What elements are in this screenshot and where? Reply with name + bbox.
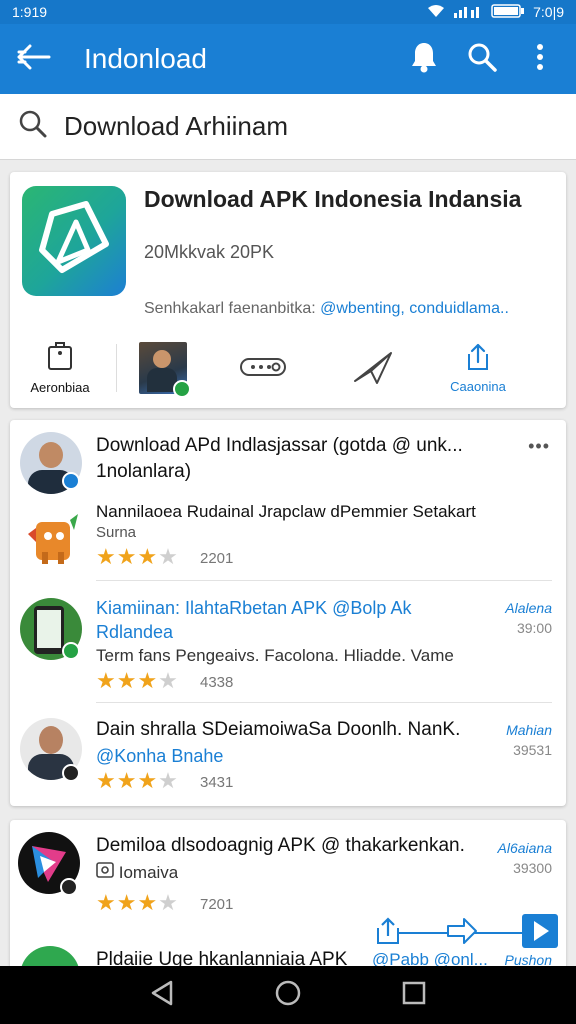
arrow-left-icon — [17, 44, 51, 75]
item-time: 39:00 — [516, 620, 552, 636]
status-badge-icon — [62, 764, 80, 782]
featured-app-title: Download APK Indonesia Indansia — [144, 186, 522, 212]
rating-count: 2201 — [200, 550, 234, 567]
clipboard-icon — [45, 341, 75, 374]
rating-count: 7201 — [200, 896, 234, 913]
separator — [96, 580, 552, 581]
wifi-icon — [427, 4, 445, 21]
post-title-line2: 1nolanlara) — [96, 461, 192, 482]
item-title: Nannilaoea Rudainal Jrapclaw dPemmier Se… — [96, 502, 476, 521]
item-time: 39300 — [513, 860, 552, 876]
status-badge-icon — [60, 878, 78, 896]
action-send[interactable] — [323, 349, 423, 388]
action-label: Caaonina — [450, 379, 506, 394]
image-icon — [96, 862, 119, 882]
link-icon — [239, 355, 287, 382]
paper-plane-icon — [351, 349, 395, 388]
item-side-label: Al6aiana — [497, 840, 553, 856]
star-rating: ★★★★ — [96, 890, 179, 915]
search-input[interactable] — [64, 111, 544, 142]
chat-badge-icon — [173, 380, 191, 398]
post-more-icon[interactable]: ••• — [528, 436, 550, 457]
item-side-meta: Alalena 39:00 — [505, 598, 552, 638]
nav-recents-button[interactable] — [401, 980, 427, 1011]
item-subtitle: Term fans Pengeaivs. Facolona. Hliadde. … — [96, 646, 454, 665]
list-item[interactable]: Kiamiinan: IlahtaRbetan APK @Bolp Ak Rdl… — [10, 586, 566, 700]
back-button[interactable] — [14, 39, 54, 79]
system-nav-bar — [0, 966, 576, 1024]
signal-icon — [453, 4, 483, 21]
item-side-label: Alalena — [505, 600, 552, 616]
action-label: Aeronbiaa — [30, 380, 90, 395]
item-title: Kiamiinan: IlahtaRbetan APK @Bolp Ak — [96, 598, 412, 618]
item-time: 39531 — [513, 742, 552, 758]
action-aeronbiaa[interactable]: Aeronbiaa — [10, 341, 110, 395]
status-icons: 7:0|9 — [427, 3, 564, 21]
star-rating: ★★★★ — [96, 544, 179, 569]
item-title: Dain shralla SDeiamoiwaSa Doonlh. NanK. — [96, 719, 461, 740]
item-title: Demiloa dlsodoagnig APK @ thakarkenkan. — [96, 835, 465, 856]
item-subtitle-row: Iomaiva — [96, 862, 178, 883]
video-thumbnail — [139, 342, 191, 398]
notifications-button[interactable] — [402, 37, 446, 81]
post-title: Download APd Indlasjassar (gotda @ unk..… — [96, 435, 463, 456]
item-subtitle: Iomaiva — [118, 863, 179, 882]
star-rating: ★★★★ — [96, 768, 179, 793]
share-icon — [463, 342, 493, 375]
status-bar: 1:919 7:0|9 — [0, 0, 576, 24]
featured-app-subtitle: 20Mkkvak 20PK — [144, 242, 275, 262]
overflow-menu-button[interactable] — [518, 37, 562, 81]
status-badge-icon — [62, 642, 80, 660]
search-icon — [467, 42, 497, 77]
item-side-meta: Mahian 39531 — [506, 720, 552, 760]
list-item[interactable]: Nannilaoea Rudainal Jrapclaw dPemmier Se… — [10, 496, 566, 580]
search-icon — [18, 109, 48, 144]
rating-count: 3431 — [200, 774, 234, 791]
app-mascot-icon — [20, 506, 84, 570]
separator — [96, 702, 552, 703]
star-rating: ★★★★ — [96, 668, 179, 693]
app-title: Indonload — [84, 43, 208, 74]
battery-icon — [491, 3, 525, 21]
search-bar — [0, 94, 576, 160]
feed-card-2: Demiloa dlsodoagnig APK @ thakarkenkan. … — [10, 820, 566, 970]
featured-actions: Aeronbiaa Caaonina — [10, 336, 566, 400]
description-mentions[interactable]: @wbenting, conduidlama.. — [320, 300, 509, 317]
app-logo — [22, 186, 126, 296]
action-link[interactable] — [203, 355, 323, 382]
featured-app-card[interactable]: Download APK Indonesia Indansia 20Mkkvak… — [10, 172, 566, 408]
featured-app-description: Senhkakarl faenanbitka: @wbenting, condu… — [144, 300, 509, 318]
status-time-right: 7:0|9 — [533, 4, 564, 20]
person-head — [153, 350, 171, 368]
divider — [116, 344, 117, 392]
feed-card: Download APd Indlasjassar (gotda @ unk..… — [10, 420, 566, 806]
nav-back-button[interactable] — [149, 979, 175, 1012]
nav-home-button[interactable] — [274, 979, 302, 1012]
item-title-line2: @Konha Bnahe — [96, 746, 224, 766]
list-item[interactable]: Dain shralla SDeiamoiwaSa Doonlh. NanK. … — [10, 708, 566, 802]
item-subtitle: Surna — [96, 524, 137, 541]
item-side-label: Mahian — [506, 722, 552, 738]
description-text: Senhkakarl faenanbitka: — [144, 300, 321, 317]
bell-icon — [410, 41, 438, 78]
search-button[interactable] — [460, 37, 504, 81]
post-header[interactable]: Download APd Indlasjassar (gotda @ unk..… — [10, 420, 566, 500]
rating-count: 4338 — [200, 674, 234, 691]
action-caaonina[interactable]: Caaonina — [423, 342, 533, 394]
item-title-line2: Rdlandea — [96, 622, 174, 642]
verified-badge-icon — [62, 472, 80, 490]
item-side-meta: Al6aiana 39300 — [498, 838, 553, 878]
more-vertical-icon — [536, 43, 544, 76]
app-bar: Indonload — [0, 24, 576, 94]
status-time-left: 1:919 — [12, 4, 48, 20]
action-video[interactable] — [123, 342, 203, 398]
